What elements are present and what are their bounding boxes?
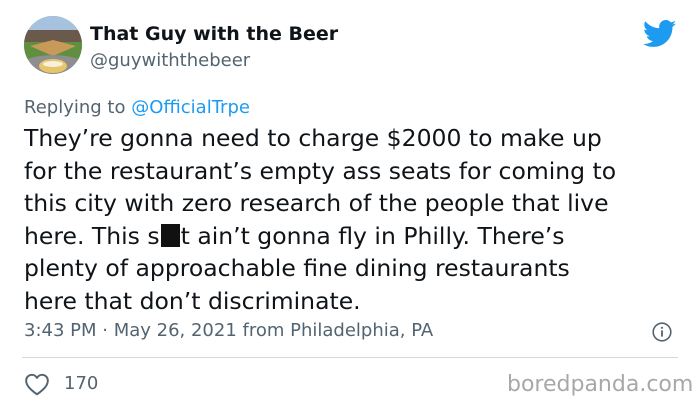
tweet-text-fragment: t ain’t gonna fly in Philly. There’s bbox=[180, 221, 565, 250]
user-handle[interactable]: @guywiththebeer bbox=[90, 50, 250, 71]
watermark: boredpanda.com bbox=[507, 372, 694, 397]
tweet-text-line: for the restaurant’s empty ass seats for… bbox=[24, 156, 617, 185]
tweet-text-line: here that don’t discriminate. bbox=[24, 286, 361, 315]
avatar[interactable] bbox=[24, 16, 82, 74]
censor-block bbox=[160, 223, 180, 247]
tweet-text-line: here. This s t ain’t gonna fly in Philly.… bbox=[24, 220, 674, 253]
info-icon[interactable] bbox=[652, 322, 672, 342]
mention-link[interactable]: @OfficialTrpe bbox=[131, 97, 250, 118]
like-count: 170 bbox=[64, 373, 99, 394]
divider bbox=[22, 357, 678, 358]
tweet-timestamp[interactable]: 3:43 PM · May 26, 2021 from Philadelphia… bbox=[24, 320, 433, 341]
display-name[interactable]: That Guy with the Beer bbox=[90, 23, 338, 45]
tweet-text-line: this city with zero research of the peop… bbox=[24, 189, 609, 217]
tweet-text-fragment: here. This s bbox=[24, 221, 160, 250]
tweet-text-line: They’re gonna need to charge $2000 to ma… bbox=[24, 124, 602, 152]
tweet-text-line: plenty of approachable fine dining resta… bbox=[24, 254, 570, 282]
heart-icon[interactable] bbox=[24, 372, 50, 396]
replying-to-label: Replying to bbox=[24, 97, 132, 118]
replying-to: Replying to @OfficialTrpe bbox=[24, 97, 250, 118]
stadium-photo-avatar bbox=[24, 16, 82, 74]
tweet-text: They’re gonna need to charge $2000 to ma… bbox=[24, 122, 674, 317]
twitter-bird-icon[interactable] bbox=[643, 20, 677, 48]
